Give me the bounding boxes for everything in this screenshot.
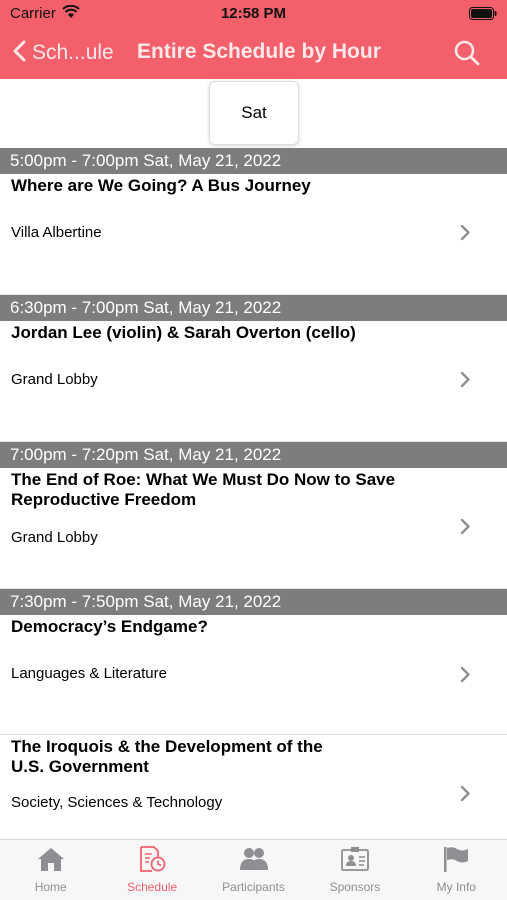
event-title: The End of Roe: What We Must Do Now to S…	[11, 470, 396, 509]
navigation-bar: Sch...ule Entire Schedule by Hour	[0, 28, 507, 79]
chevron-right-icon	[460, 518, 471, 540]
section-header: 6:30pm - 7:00pm Sat, May 21, 2022	[0, 295, 507, 321]
schedule-icon	[137, 846, 167, 877]
chevron-right-icon	[460, 785, 471, 807]
tab-sponsors[interactable]: Sponsors	[304, 840, 405, 900]
event-location: Grand Lobby	[11, 371, 98, 388]
tab-home[interactable]: Home	[0, 840, 101, 900]
tab-my-info[interactable]: My Info	[406, 840, 507, 900]
event-location: Villa Albertine	[11, 224, 102, 241]
search-button[interactable]	[453, 39, 481, 72]
list-item[interactable]: The End of Roe: What We Must Do Now to S…	[0, 468, 507, 589]
event-title: Where are We Going? A Bus Journey	[11, 176, 311, 195]
home-icon	[36, 846, 66, 877]
chevron-right-icon	[460, 224, 471, 246]
search-icon	[453, 40, 481, 71]
tab-label: Home	[34, 880, 67, 894]
event-location: Society, Sciences & Technology	[11, 794, 223, 811]
page-title: Entire Schedule by Hour	[137, 40, 381, 63]
back-button[interactable]: Sch...ule	[12, 38, 114, 68]
list-item[interactable]: Democracy’s Endgame? Languages & Literat…	[0, 615, 507, 735]
chevron-left-icon	[12, 40, 26, 67]
tab-label: Schedule	[127, 880, 178, 894]
event-title: Jordan Lee (violin) & Sarah Overton (cel…	[11, 323, 356, 342]
event-location: Languages & Literature	[11, 665, 167, 682]
clock: 12:58 PM	[220, 5, 287, 22]
sponsors-icon	[340, 846, 370, 877]
battery-icon	[469, 7, 497, 25]
status-bar: Carrier 12:58 PM	[0, 0, 507, 28]
back-button-label: Sch...ule	[32, 41, 114, 64]
schedule-list: 5:00pm - 7:00pm Sat, May 21, 2022 Where …	[0, 148, 507, 841]
section-header: 7:30pm - 7:50pm Sat, May 21, 2022	[0, 589, 507, 615]
chevron-right-icon	[460, 666, 471, 688]
tab-label: Sponsors	[329, 880, 381, 894]
tab-bar: Home Schedule Participants Sponsors My I…	[0, 839, 507, 900]
flag-icon	[441, 846, 471, 877]
chevron-right-icon	[460, 371, 471, 393]
event-title: Democracy’s Endgame?	[11, 617, 208, 636]
list-item[interactable]: Where are We Going? A Bus Journey Villa …	[0, 174, 507, 295]
event-title: The Iroquois & the Development of the U.…	[11, 737, 323, 776]
list-item[interactable]: The Iroquois & the Development of the U.…	[0, 735, 507, 841]
section-header: 5:00pm - 7:00pm Sat, May 21, 2022	[0, 148, 507, 174]
participants-icon	[239, 846, 269, 877]
event-location: Grand Lobby	[11, 529, 98, 546]
tab-schedule[interactable]: Schedule	[101, 840, 202, 900]
day-selector: Sat	[0, 79, 507, 148]
tab-participants[interactable]: Participants	[203, 840, 304, 900]
list-item[interactable]: Jordan Lee (violin) & Sarah Overton (cel…	[0, 321, 507, 442]
day-tab-sat[interactable]: Sat	[209, 81, 299, 145]
tab-label: My Info	[436, 880, 476, 894]
tab-label: Participants	[222, 880, 285, 894]
section-header: 7:00pm - 7:20pm Sat, May 21, 2022	[0, 442, 507, 468]
